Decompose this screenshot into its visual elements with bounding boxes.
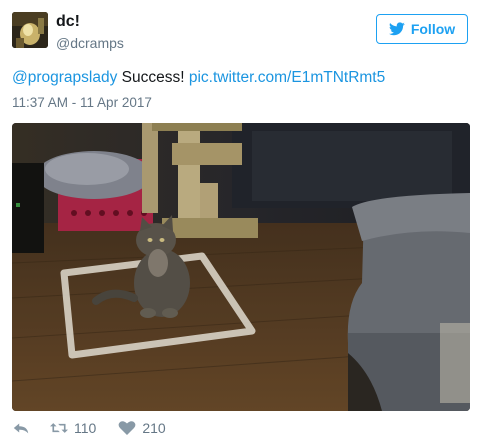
retweet-icon (50, 423, 68, 433)
photo-icon (12, 123, 470, 411)
tweet-photo[interactable] (12, 123, 470, 411)
twitter-bird-icon (388, 22, 405, 36)
avatar-image (12, 12, 48, 48)
user-handle[interactable]: @dcramps (56, 34, 124, 52)
avatar[interactable] (12, 12, 48, 48)
tweet-actions: 110 210 (12, 418, 166, 438)
display-name[interactable]: dc! (56, 12, 80, 32)
like-count: 210 (142, 420, 166, 436)
heart-icon (118, 421, 136, 435)
mention-link[interactable]: @prograpslady (12, 69, 117, 86)
reply-icon (13, 423, 29, 434)
timestamp[interactable]: 11:37 AM - 11 Apr 2017 (12, 94, 152, 112)
tweet-body: Success! (117, 69, 189, 86)
retweet-button[interactable]: 110 (50, 420, 96, 436)
reply-button[interactable] (12, 420, 30, 436)
follow-button[interactable]: Follow (376, 14, 468, 44)
follow-button-label: Follow (410, 21, 456, 37)
pic-link[interactable]: pic.twitter.com/E1mTNtRmt5 (189, 69, 385, 86)
retweet-count: 110 (74, 420, 97, 436)
tweet-card: dc! @dcramps Follow @prograpslady Succes… (0, 0, 479, 440)
like-button[interactable]: 210 (118, 420, 166, 436)
tweet-text: @prograpslady Success! pic.twitter.com/E… (12, 68, 385, 88)
